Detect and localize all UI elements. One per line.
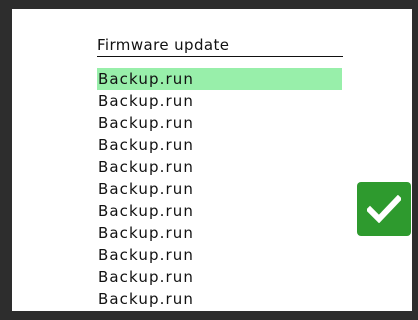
list-item[interactable]: Backup.run bbox=[97, 90, 342, 112]
file-list: Backup.run Backup.run Backup.run Backup.… bbox=[97, 68, 342, 310]
list-item[interactable]: Backup.run bbox=[97, 222, 342, 244]
checkmark-icon bbox=[367, 195, 401, 223]
list-item[interactable]: Backup.run bbox=[97, 288, 342, 310]
list-item[interactable]: Backup.run bbox=[97, 266, 342, 288]
list-item[interactable]: Backup.run bbox=[97, 156, 342, 178]
page-title: Firmware update bbox=[97, 34, 343, 57]
list-item[interactable]: Backup.run bbox=[97, 244, 342, 266]
list-item[interactable]: Backup.run bbox=[97, 178, 342, 200]
list-item[interactable]: Backup.run bbox=[97, 112, 342, 134]
list-item[interactable]: Backup.run bbox=[97, 134, 342, 156]
list-item[interactable]: Backup.run bbox=[97, 200, 342, 222]
list-item[interactable]: Backup.run bbox=[97, 68, 342, 90]
confirm-button[interactable] bbox=[357, 182, 411, 236]
